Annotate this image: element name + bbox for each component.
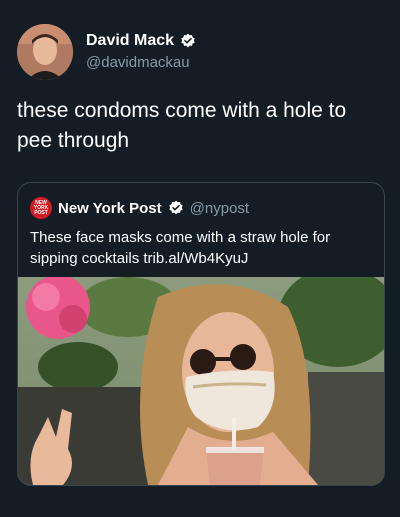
- quoted-author-name[interactable]: New York Post: [58, 200, 162, 217]
- quoted-tweet-card[interactable]: NEW YORK POST New York Post @nypost Thes…: [17, 182, 385, 486]
- tweet-text: these condoms come with a hole to pee th…: [17, 99, 347, 152]
- quoted-tweet-text: These face masks come with a straw hole …: [30, 229, 331, 267]
- quoted-photo[interactable]: [18, 267, 384, 485]
- author-avatar[interactable]: [17, 24, 73, 80]
- author-handle[interactable]: @davidmackau: [86, 54, 196, 71]
- author-name[interactable]: David Mack: [86, 32, 174, 50]
- nypost-logo: NEW YORK POST: [30, 197, 52, 219]
- verified-badge-icon: [168, 200, 183, 215]
- verified-badge-icon: [181, 33, 195, 48]
- quoted-author-handle[interactable]: @nypost: [190, 200, 249, 217]
- author-name-row: David Mack: [86, 32, 196, 50]
- quoted-tweet-header: NEW YORK POST New York Post @nypost: [30, 197, 249, 219]
- author-info: David Mack @davidmackau: [86, 32, 196, 71]
- nypost-logo-text: NEW YORK POST: [33, 199, 49, 216]
- tweet: David Mack @davidmackau these condoms co…: [0, 0, 400, 517]
